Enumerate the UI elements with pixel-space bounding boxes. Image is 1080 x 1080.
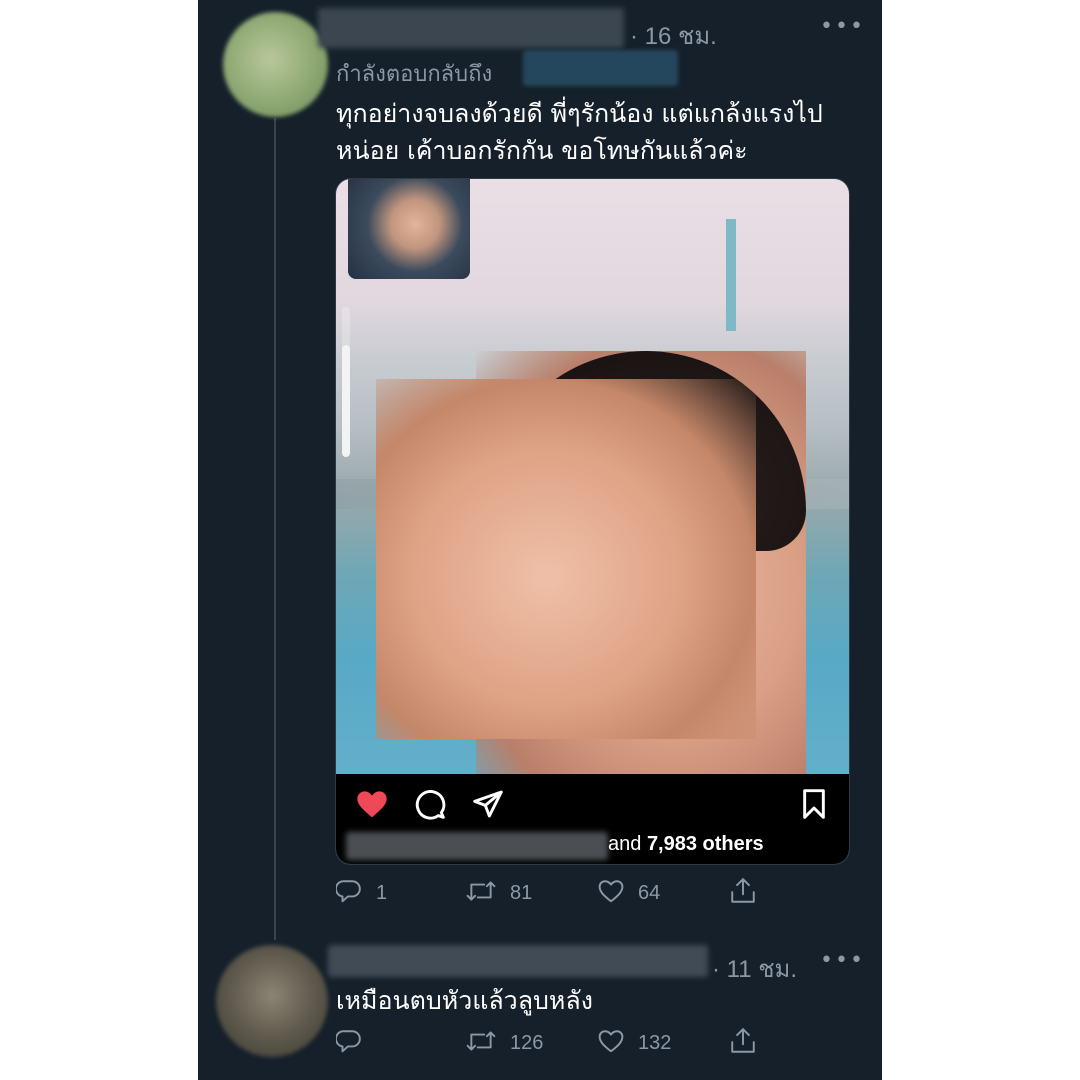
like-button[interactable]: 132 xyxy=(598,1027,671,1059)
retweet-count: 81 xyxy=(510,881,533,904)
photo-subject xyxy=(376,379,756,739)
thread-line xyxy=(274,118,276,940)
tweet-actions: 126 132 xyxy=(334,1027,776,1059)
tweet-text: เหมือนตบหัวแล้วลูบหลัง xyxy=(336,986,593,1015)
reply-icon xyxy=(334,878,362,908)
reply-icon xyxy=(334,1028,362,1058)
like-count: 132 xyxy=(638,1031,672,1054)
like-icon xyxy=(598,879,624,907)
more-options-icon[interactable]: ••• xyxy=(820,14,865,39)
likes-count: 7,983 others xyxy=(646,833,764,855)
tweet-text-line: ทุกอย่างจบลงด้วยดี พี่ๆรักน้อง แต่แกล้งแ… xyxy=(336,99,823,128)
likes-summary: and 7,983 others xyxy=(608,833,764,856)
share-icon[interactable] xyxy=(472,788,504,820)
like-button[interactable]: 64 xyxy=(598,877,660,909)
like-count: 64 xyxy=(638,881,661,904)
retweet-icon xyxy=(466,1028,496,1058)
reply-button[interactable] xyxy=(334,1027,362,1059)
tweet-text: ทุกอย่างจบลงด้วยดี พี่ๆรักน้อง แต่แกล้งแ… xyxy=(336,95,856,169)
retweet-icon xyxy=(466,878,496,908)
share-tweet-button[interactable] xyxy=(730,1027,756,1059)
replying-to-label: กำลังตอบกลับถึง xyxy=(336,62,493,87)
avatar[interactable] xyxy=(216,945,328,1057)
tweet-media-image[interactable]: and 7,983 others xyxy=(335,178,850,865)
instagram-action-bar: and 7,983 others xyxy=(336,774,849,864)
heart-icon[interactable] xyxy=(356,788,388,820)
twitter-thread: · 16 ชม. ••• กำลังตอบกลับถึง ทุกอย่างจบล… xyxy=(198,0,882,1080)
retweet-count: 126 xyxy=(510,1031,544,1054)
story-progress-bar xyxy=(342,307,350,457)
blurred-username[interactable] xyxy=(318,8,624,48)
more-options-icon[interactable]: ••• xyxy=(820,948,865,973)
reply-button[interactable]: 1 xyxy=(334,877,388,909)
comment-icon[interactable] xyxy=(414,788,446,820)
picture-in-picture-thumbnail xyxy=(348,179,470,279)
reply-count: 1 xyxy=(376,881,388,904)
like-icon xyxy=(598,1029,624,1057)
share-icon xyxy=(730,1027,756,1059)
blurred-username[interactable] xyxy=(328,945,708,977)
blurred-mention[interactable] xyxy=(523,50,678,86)
tweet-actions: 1 81 64 xyxy=(334,877,776,909)
share-icon xyxy=(730,877,756,909)
tweet-text-line: หน่อย เค้าบอกรักกัน ขอโทษกันแล้วค่ะ xyxy=(336,136,748,165)
blurred-liker-names xyxy=(346,832,608,860)
retweet-button[interactable]: 81 xyxy=(466,877,532,909)
photo-background xyxy=(726,219,736,331)
avatar[interactable] xyxy=(223,12,328,117)
share-tweet-button[interactable] xyxy=(730,877,756,909)
likes-and-text: and xyxy=(608,833,642,855)
story-progress-fill xyxy=(342,344,350,457)
retweet-button[interactable]: 126 xyxy=(466,1027,543,1059)
bookmark-icon[interactable] xyxy=(798,788,830,820)
